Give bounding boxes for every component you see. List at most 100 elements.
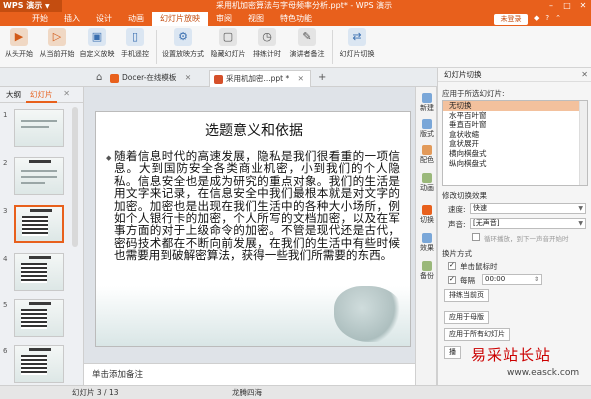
custom-show-icon: ▣ bbox=[88, 28, 106, 46]
show-settings-button[interactable]: ⚙ 设置放映方式 bbox=[160, 28, 206, 60]
slide-transition-button[interactable]: ⇄ 幻灯片切换 bbox=[336, 28, 378, 60]
transition-list-scrollbar[interactable] bbox=[579, 101, 587, 185]
thumbnail-scrollbar[interactable] bbox=[72, 107, 78, 247]
help-icon[interactable]: ? bbox=[545, 14, 549, 22]
taskbar-transition[interactable]: 切换 bbox=[416, 205, 438, 225]
taskbar-new[interactable]: 新建 bbox=[416, 93, 438, 113]
taskbar-colors[interactable]: 配色 bbox=[416, 145, 438, 165]
transition-item[interactable]: 盒状展开 bbox=[443, 139, 587, 149]
transition-item[interactable]: 垂直百叶窗 bbox=[443, 120, 587, 130]
on-click-checkbox[interactable] bbox=[448, 261, 456, 270]
tab-current-document[interactable]: 采用机加密...ppt * ✕ bbox=[209, 70, 311, 87]
new-tab-icon[interactable]: + bbox=[318, 70, 326, 86]
tab-slides[interactable]: 幻灯片 bbox=[26, 89, 57, 103]
menu-item-slideshow[interactable]: 幻灯片放映 bbox=[152, 12, 208, 26]
loop-sound-checkbox[interactable] bbox=[472, 233, 480, 241]
chevron-down-icon: ▼ bbox=[578, 220, 583, 227]
close-icon[interactable]: ✕ bbox=[581, 68, 588, 82]
play-from-current-button[interactable]: ▷ 从当前开始 bbox=[38, 28, 76, 60]
slide-body-text[interactable]: ◆ 随着信息时代的高速发展，隐私是我们很看重的一项信息。大到国防安全各类商业机密… bbox=[106, 150, 400, 262]
transition-list[interactable]: 无切换 水平百叶窗 垂直百叶窗 盒状收缩 盒状展开 横向棋盘式 纵向棋盘式 bbox=[442, 100, 588, 186]
menu-item-insert[interactable]: 插入 bbox=[56, 12, 88, 26]
thumb-number: 5 bbox=[3, 301, 8, 309]
transition-item[interactable]: 盒状收缩 bbox=[443, 130, 587, 140]
slide-thumbnail[interactable] bbox=[14, 345, 64, 383]
apply-all-button[interactable]: 应用于所有幻灯片 bbox=[444, 328, 510, 341]
slide-thumbnail-selected[interactable] bbox=[14, 205, 64, 243]
taskbar-effects[interactable]: 效果 bbox=[416, 233, 438, 253]
taskbar-backup[interactable]: 备份 bbox=[416, 261, 438, 281]
speaker-notes-icon: ✎ bbox=[298, 28, 316, 46]
taskbar-layout[interactable]: 版式 bbox=[416, 119, 438, 139]
close-icon[interactable]: ✕ bbox=[185, 73, 191, 82]
close-icon[interactable]: ✕ bbox=[298, 74, 304, 83]
slide-title[interactable]: 选题意义和依据 bbox=[96, 120, 410, 140]
hide-slide-button[interactable]: ▢ 隐藏幻灯片 bbox=[208, 28, 248, 60]
menu-item-animation[interactable]: 动画 bbox=[120, 12, 152, 26]
transition-item[interactable]: 水平百叶窗 bbox=[443, 111, 587, 121]
tab-outline[interactable]: 大纲 bbox=[2, 89, 25, 101]
chevron-down-icon: ▼ bbox=[45, 3, 50, 10]
menu-item-review[interactable]: 审阅 bbox=[208, 12, 240, 26]
thumb-number: 4 bbox=[3, 255, 8, 263]
notes-pane[interactable]: 单击添加备注 bbox=[84, 363, 424, 385]
every-time-input[interactable]: 00:00 ⇕ bbox=[482, 274, 542, 285]
slide-thumbnail[interactable] bbox=[14, 253, 64, 291]
taskbar-transition-label: 切换 bbox=[420, 216, 434, 224]
window-title: 采用机加密算法与字母频率分析.ppt* - WPS 演示 bbox=[216, 1, 393, 10]
tab-docer-templates[interactable]: Docer-在线模板 ✕ bbox=[106, 70, 197, 87]
skin-icon[interactable]: ◆ bbox=[534, 14, 539, 22]
thumb-title bbox=[29, 302, 51, 305]
speed-select[interactable]: 快速 ▼ bbox=[470, 203, 586, 214]
thumb-number: 3 bbox=[3, 207, 8, 215]
rehearse-current-button[interactable]: 排练当前页 bbox=[444, 289, 489, 302]
sound-label: 声音: bbox=[448, 220, 466, 229]
menu-item-home[interactable]: 开始 bbox=[24, 12, 56, 26]
thumb-text-block bbox=[21, 309, 47, 329]
apply-master-button[interactable]: 应用于母版 bbox=[444, 311, 489, 324]
app-logo-menu[interactable]: WPS 演示 ▼ bbox=[0, 0, 62, 12]
hide-slide-icon: ▢ bbox=[219, 28, 237, 46]
sound-select[interactable]: [无声音] ▼ bbox=[470, 218, 586, 229]
speaker-notes-button[interactable]: ✎ 演讲者备注 bbox=[286, 28, 328, 60]
speaker-notes-label: 演讲者备注 bbox=[289, 50, 325, 58]
minimize-button[interactable]: – bbox=[543, 0, 559, 12]
spinner-icon: ⇕ bbox=[533, 276, 539, 283]
collapse-ribbon-icon[interactable]: ⌃ bbox=[555, 14, 561, 22]
slide-thumbnail[interactable] bbox=[14, 157, 64, 195]
transition-item[interactable]: 纵向棋盘式 bbox=[443, 159, 587, 169]
menu-item-features[interactable]: 特色功能 bbox=[272, 12, 320, 26]
speed-value: 快速 bbox=[473, 204, 487, 212]
transition-item[interactable]: 横向棋盘式 bbox=[443, 149, 587, 159]
phone-remote-button[interactable]: ▯ 手机遥控 bbox=[118, 28, 152, 60]
phone-remote-icon: ▯ bbox=[126, 28, 144, 46]
transition-icon bbox=[422, 205, 432, 215]
close-icon[interactable]: ✕ bbox=[63, 89, 70, 98]
watermark-url: www.easck.com bbox=[507, 368, 580, 378]
menu-item-view[interactable]: 视图 bbox=[240, 12, 272, 26]
app-logo-label: WPS 演示 bbox=[3, 1, 43, 10]
hide-slide-label: 隐藏幻灯片 bbox=[210, 50, 246, 58]
menu-item-design[interactable]: 设计 bbox=[88, 12, 120, 26]
maximize-button[interactable]: □ bbox=[559, 0, 575, 12]
login-button[interactable]: 未登录 bbox=[494, 14, 528, 25]
transition-item[interactable]: 无切换 bbox=[443, 101, 587, 111]
every-checkbox[interactable] bbox=[448, 275, 456, 284]
transition-panel-title: 幻灯片切换 bbox=[444, 70, 482, 79]
slide-thumbnail[interactable] bbox=[14, 299, 64, 337]
theme-name: 龙腾四海 bbox=[232, 388, 262, 397]
slide-thumbnail[interactable] bbox=[14, 109, 64, 147]
rehearse-timing-button[interactable]: ◷ 排练计时 bbox=[250, 28, 284, 60]
show-settings-label: 设置放映方式 bbox=[162, 50, 204, 58]
taskbar-colors-label: 配色 bbox=[420, 156, 434, 164]
custom-show-button[interactable]: ▣ 自定义放映 bbox=[78, 28, 116, 60]
taskbar-animation[interactable]: 动画 bbox=[416, 173, 438, 193]
play-button[interactable]: 播 bbox=[444, 346, 461, 359]
speed-label: 速度: bbox=[448, 205, 466, 214]
tab-home-icon[interactable]: ⌂ bbox=[96, 70, 102, 86]
close-button[interactable]: ✕ bbox=[575, 0, 591, 12]
on-click-label: 单击鼠标时 bbox=[460, 262, 498, 271]
slide-canvas[interactable]: 选题意义和依据 ◆ 随着信息时代的高速发展，隐私是我们很看重的一项信息。大到国防… bbox=[95, 111, 411, 347]
play-from-start-button[interactable]: ▶ 从头开始 bbox=[2, 28, 36, 60]
menu-right-icons: ◆ ? ⌃ bbox=[534, 14, 561, 22]
